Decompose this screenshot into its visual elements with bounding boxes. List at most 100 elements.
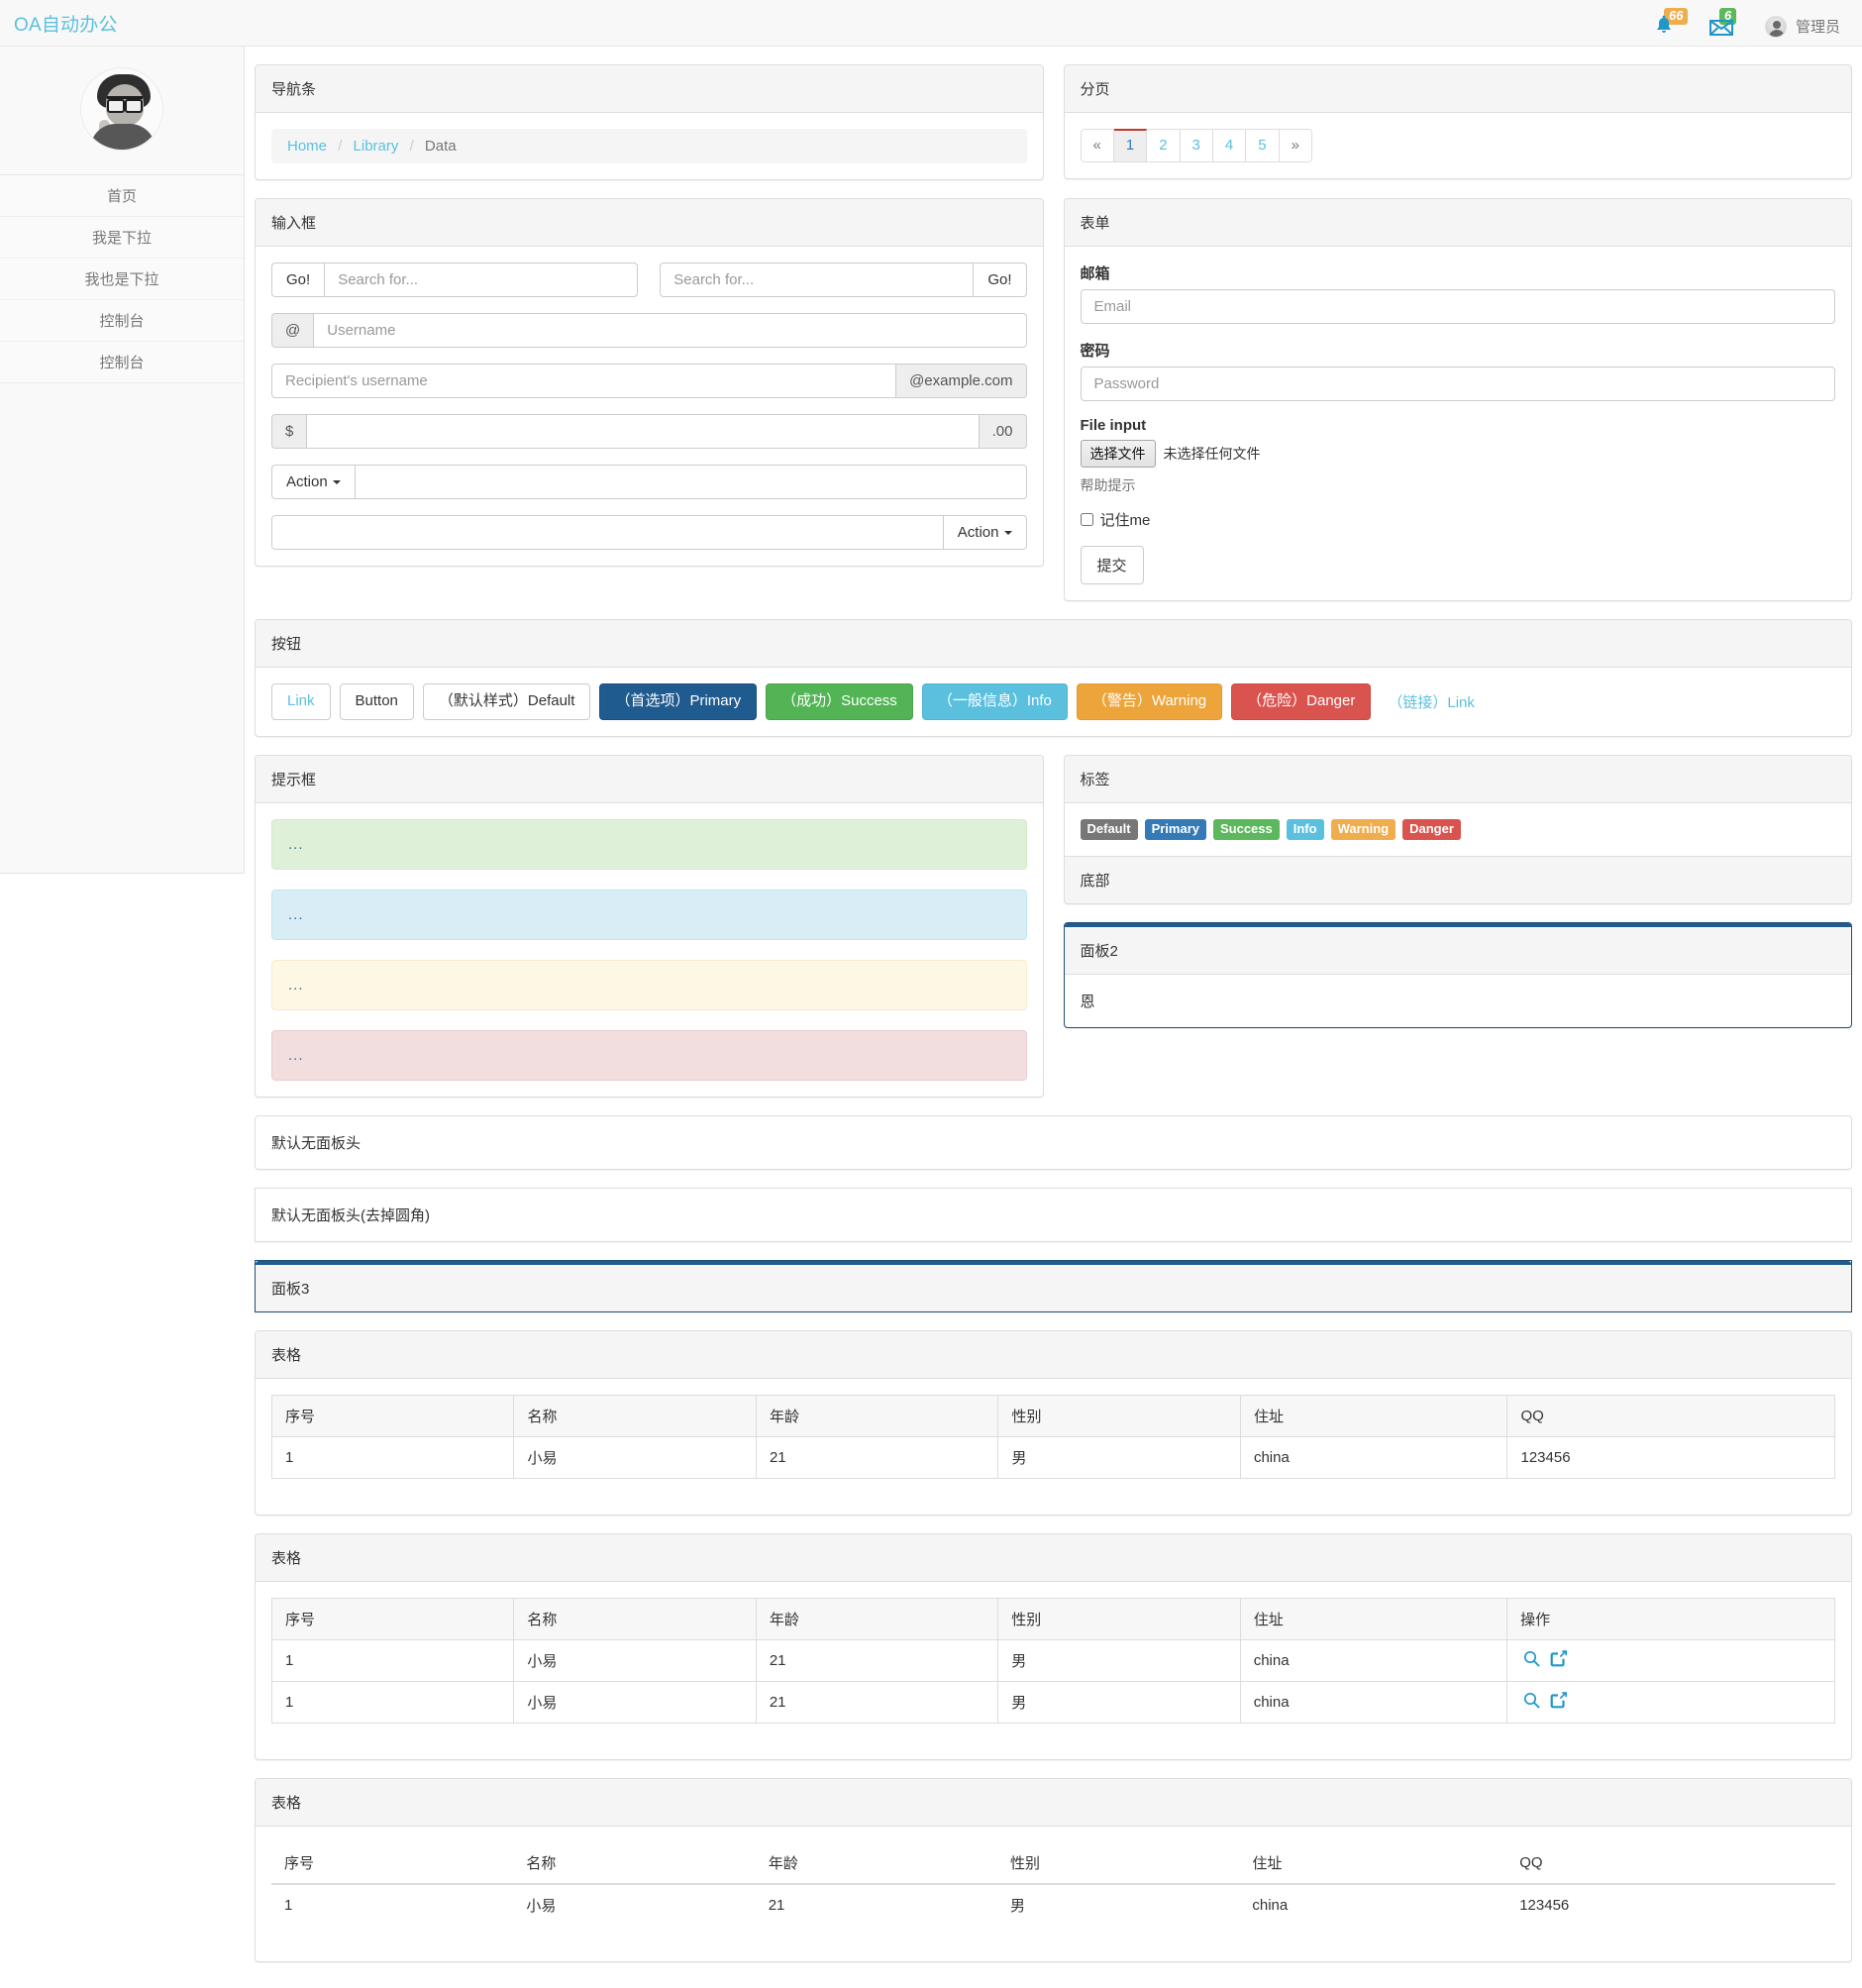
search-icon[interactable] [1523,1692,1540,1713]
table1-col-age: 年龄 [756,1395,997,1436]
action-input-right[interactable] [271,515,944,550]
col-alerts: 提示框 ... ... ... ... [245,737,1054,1098]
pagination-page-5[interactable]: 5 [1246,129,1279,162]
dollar-addon: $ [271,414,306,449]
form-panel-body: 邮箱 密码 File input 选择文件 未选择任何文件 帮助提示 记住me [1065,247,1852,600]
alerts-panel-title: 提示框 [256,756,1043,803]
col-pagination: 分页 « 1 2 3 4 5 » [1054,47,1862,180]
user-name-label: 管理员 [1796,16,1840,37]
table3: 序号 名称 年龄 性别 住址 QQ 1 [271,1842,1835,1926]
pagination-page-1[interactable]: 1 [1114,129,1147,162]
table1-cell-address: china [1240,1436,1507,1478]
table2: 序号 名称 年龄 性别 住址 操作 1 [271,1598,1835,1724]
plain-panel-square-body: 默认无面板头(去掉圆角) [256,1189,1851,1241]
row-panel3: 面板3 [245,1242,1862,1312]
button-button[interactable]: Button [340,683,414,720]
main-content: 导航条 Home / Library / Data 分页 [245,47,1862,1988]
label-info: Info [1287,819,1324,840]
email-field[interactable] [1081,289,1836,324]
table1-cell-gender: 男 [998,1436,1240,1478]
table3-cell-age: 21 [756,1884,997,1926]
pagination-page-4[interactable]: 4 [1213,129,1246,162]
action-dropdown-left[interactable]: Action [271,465,355,499]
search-icon[interactable] [1523,1650,1540,1671]
table2-head: 序号 名称 年龄 性别 住址 操作 [272,1598,1835,1639]
profile-photo [80,67,163,151]
top-navbar: OA自动办公 66 6 管理 [0,0,1862,47]
pagination-page-3[interactable]: 3 [1181,129,1213,162]
trailing-link[interactable]: （链接）Link [1380,691,1475,712]
search-group-right: Go! [660,262,1026,297]
button-success[interactable]: （成功）Success [766,683,913,720]
button-danger[interactable]: （危险）Danger [1231,683,1371,720]
table3-cell-name: 小易 [513,1884,755,1926]
action-group-left: Action [271,465,1027,499]
password-field[interactable] [1081,366,1836,401]
go-button-right[interactable]: Go! [974,262,1026,297]
breadcrumb-item-home[interactable]: Home [287,138,327,155]
table2-col-actions: 操作 [1507,1598,1835,1639]
alert-danger: ... [271,1030,1027,1081]
action-dropdown-right[interactable]: Action [944,515,1027,550]
money-input[interactable] [306,414,979,449]
button-warning[interactable]: （警告）Warning [1077,683,1222,720]
labels-row: Default Primary Success Info Warning Dan… [1081,819,1836,840]
table1-cell-qq: 123456 [1507,1436,1835,1478]
form-panel: 表单 邮箱 密码 File input 选择文件 未选择任何文件 帮助提示 [1064,198,1853,601]
submit-button[interactable]: 提交 [1081,546,1144,584]
row-nav-pagination: 导航条 Home / Library / Data 分页 [245,47,1862,180]
search-input-left[interactable] [324,262,638,297]
remember-me-checkbox[interactable] [1081,513,1093,526]
sidebar-item-console-2[interactable]: 控制台 [0,341,244,383]
remember-me-label: 记住me [1100,509,1151,530]
username-input[interactable] [313,313,1026,348]
pagination-page-2[interactable]: 2 [1147,129,1180,162]
sidebar-item-dropdown-2[interactable]: 我也是下拉 [0,258,244,299]
user-menu[interactable]: 管理员 [1765,16,1840,43]
table2-cell-age: 21 [756,1681,997,1723]
brand-logo[interactable]: OA自动办公 [14,10,118,37]
col-inputs: 输入框 Go! Go! [245,180,1054,601]
recipient-input[interactable] [271,364,896,398]
sidebar-item-console-1[interactable]: 控制台 [0,299,244,341]
row-plain-panel-2: 默认无面板头(去掉圆角) [245,1170,1862,1242]
navbar-panel-title: 导航条 [256,65,1043,113]
sidebar-item-home[interactable]: 首页 [0,174,244,216]
email-label: 邮箱 [1081,262,1836,283]
label-default: Default [1081,819,1138,840]
search-group-left: Go! [271,262,638,297]
breadcrumb-item-library[interactable]: Library [354,138,399,155]
table-header-row: 序号 名称 年龄 性别 住址 QQ [272,1395,1835,1436]
choose-file-button[interactable]: 选择文件 [1081,440,1156,468]
sidebar: 首页 我是下拉 我也是下拉 控制台 控制台 [0,47,245,874]
form-panel-title: 表单 [1065,199,1852,247]
button-info[interactable]: （一般信息）Info [922,683,1068,720]
table-row: 1 小易 21 男 china [272,1681,1835,1723]
action-group-right: Action [271,515,1027,550]
breadcrumb-item-data: Data [425,138,457,155]
label-primary: Primary [1145,819,1206,840]
pagination-next[interactable]: » [1280,129,1312,162]
alert-info: ... [271,889,1027,940]
sidebar-item-dropdown-1[interactable]: 我是下拉 [0,216,244,258]
table-row: 1 小易 21 男 china 123456 [272,1436,1835,1478]
search-input-right[interactable] [660,262,974,297]
col-breadcrumb: 导航条 Home / Library / Data [245,47,1054,180]
notifications-button[interactable]: 66 [1654,9,1684,43]
panel2-body: 恩 [1065,975,1852,1027]
button-primary[interactable]: （首选项）Primary [599,683,757,720]
edit-icon[interactable] [1550,1650,1567,1671]
col-plain-panel-1: 默认无面板头 [245,1098,1862,1170]
go-button-left[interactable]: Go! [271,262,324,297]
row-inputs-form: 输入框 Go! Go! [245,180,1862,601]
button-link[interactable]: Link [271,683,331,720]
row-plain-panel-1: 默认无面板头 [245,1098,1862,1170]
pagination-prev[interactable]: « [1081,129,1114,162]
messages-button[interactable]: 6 [1709,9,1739,43]
button-default[interactable]: （默认样式）Default [423,683,591,720]
table1-cell-age: 21 [756,1436,997,1478]
edit-icon[interactable] [1550,1692,1567,1713]
alerts-panel-body: ... ... ... ... [256,803,1043,1097]
labels-panel: 标签 Default Primary Success Info Warning … [1064,755,1853,904]
action-input-left[interactable] [355,465,1027,499]
